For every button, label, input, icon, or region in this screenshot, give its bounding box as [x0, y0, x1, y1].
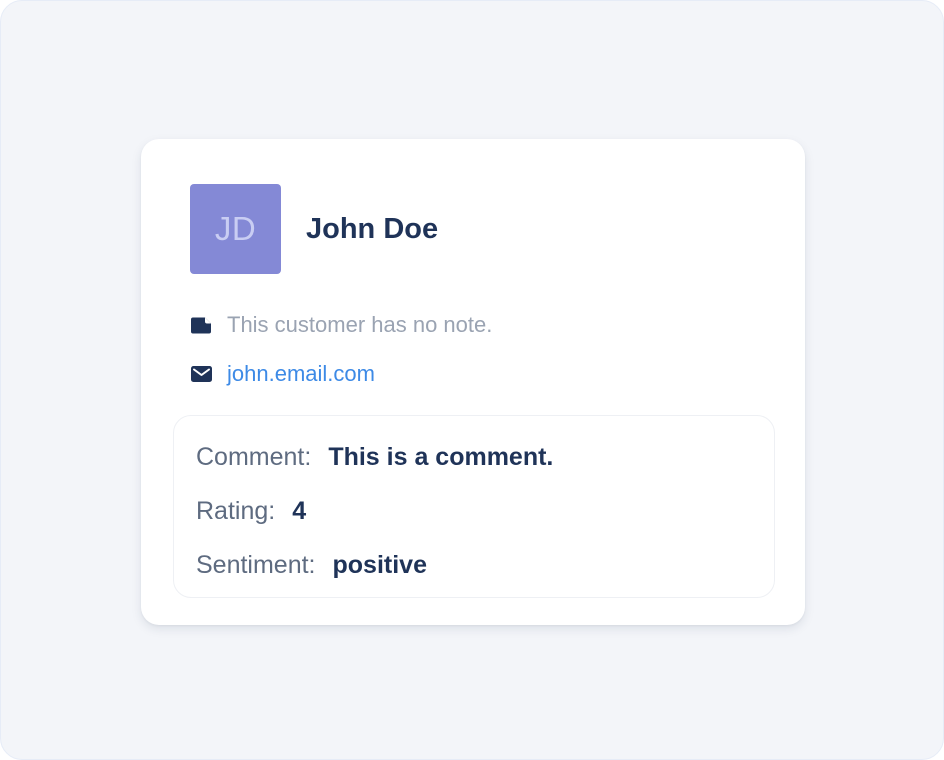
note-row: This customer has no note. [191, 311, 492, 339]
avatar: JD [190, 184, 281, 274]
email-row[interactable]: john.email.com [191, 360, 375, 388]
rating-row: Rating: 4 [196, 495, 306, 527]
mail-icon [191, 366, 212, 382]
comment-row: Comment: This is a comment. [196, 441, 553, 473]
comment-label: Comment: [196, 443, 312, 471]
customer-email-link[interactable]: john.email.com [227, 360, 375, 388]
customer-card: JD John Doe This customer has no note. j… [141, 139, 805, 625]
page-frame: JD John Doe This customer has no note. j… [0, 0, 944, 760]
sentiment-row: Sentiment: positive [196, 549, 427, 581]
comment-value: This is a comment. [328, 443, 554, 471]
rating-value: 4 [292, 497, 307, 525]
customer-name: John Doe [306, 213, 439, 245]
sentiment-value: positive [332, 551, 427, 579]
avatar-initials: JD [214, 210, 257, 247]
note-icon [191, 317, 211, 333]
feedback-details: Comment: This is a comment. Rating: 4 Se… [173, 415, 775, 598]
customer-note: This customer has no note. [227, 312, 493, 337]
rating-label: Rating: [196, 497, 276, 525]
sentiment-label: Sentiment: [196, 551, 316, 579]
